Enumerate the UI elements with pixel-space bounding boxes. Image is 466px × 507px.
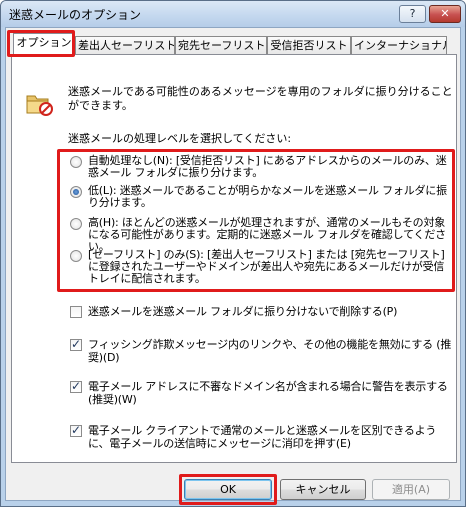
help-button[interactable]: ? bbox=[399, 5, 426, 23]
radio-low[interactable] bbox=[70, 186, 82, 198]
dialog-title: 迷惑メールのオプション bbox=[9, 8, 142, 22]
checkbox-postmark[interactable] bbox=[70, 423, 82, 437]
checkbox-delete-junk-label: 迷惑メールを迷惑メール フォルダに振り分けないで削除する(P) bbox=[88, 305, 398, 318]
level-no-automatic[interactable]: 自動処理なし(N): [受信拒否リスト] にあるアドレスからのメールのみ、迷惑メ… bbox=[70, 155, 454, 181]
title-bar[interactable]: 迷惑メールのオプション ? ✕ bbox=[1, 1, 465, 27]
checkbox-warn-suspicious-domain[interactable] bbox=[70, 379, 82, 393]
tab-strip: オプション 差出人セーフリスト 宛先セーフリスト 受信拒否リスト インターナショ… bbox=[9, 33, 457, 56]
radio-no-automatic[interactable] bbox=[70, 156, 82, 168]
level-label: 迷惑メールの処理レベルを選択してください: bbox=[68, 132, 292, 145]
intro-text: 迷惑メールである可能性のあるメッセージを専用のフォルダに振り分けることができます… bbox=[68, 85, 453, 112]
check-delete-junk[interactable]: 迷惑メールを迷惑メール フォルダに振り分けないで削除する(P) bbox=[70, 305, 454, 321]
radio-no-automatic-label: 自動処理なし(N): [受信拒否リスト] にあるアドレスからのメールのみ、迷惑メ… bbox=[88, 154, 447, 179]
radio-low-label: 低(L): 迷惑メールであることが明らかなメールを迷惑メール フォルダに振り分け… bbox=[88, 184, 447, 209]
check-warn-suspicious-domain[interactable]: 電子メール アドレスに不審なドメイン名が含まれる場合に警告を表示する (推奨)(… bbox=[70, 379, 454, 408]
check-disable-phishing-links[interactable]: フィッシング詐欺メッセージ内のリンクや、その他の機能を無効にする (推奨)(D) bbox=[70, 337, 454, 366]
junk-mail-options-dialog: 迷惑メールのオプション ? ✕ オプション 差出人セーフリスト 宛先セーフリスト… bbox=[0, 0, 466, 507]
tab-safe-recipients[interactable]: 宛先セーフリスト bbox=[175, 36, 267, 55]
checkbox-warn-suspicious-domain-label: 電子メール アドレスに不審なドメイン名が含まれる場合に警告を表示する (推奨)(… bbox=[88, 380, 448, 406]
radio-high[interactable] bbox=[70, 218, 82, 230]
checkbox-disable-phishing-links-label: フィッシング詐欺メッセージ内のリンクや、その他の機能を無効にする (推奨)(D) bbox=[88, 338, 452, 364]
apply-button[interactable]: 適用(A) bbox=[372, 479, 450, 500]
level-high[interactable]: 高(H): ほとんどの迷惑メールが処理されますが、通常のメールもその対象になる可… bbox=[70, 217, 454, 253]
level-safe-lists-only[interactable]: [セーフリスト] のみ(S): [差出人セーフリスト] または [宛先セーフリス… bbox=[70, 249, 454, 287]
tab-options[interactable]: オプション bbox=[13, 33, 75, 56]
level-low[interactable]: 低(L): 迷惑メールであることが明らかなメールを迷惑メール フォルダに振り分け… bbox=[70, 185, 454, 211]
junk-folder-icon bbox=[26, 95, 53, 116]
checkbox-delete-junk[interactable] bbox=[70, 306, 82, 318]
tab-safe-senders[interactable]: 差出人セーフリスト bbox=[75, 36, 175, 55]
tab-international[interactable]: インターナショナル bbox=[351, 36, 447, 55]
cancel-button[interactable]: キャンセル bbox=[280, 479, 366, 500]
tab-blocked-senders[interactable]: 受信拒否リスト bbox=[267, 36, 351, 55]
checkbox-postmark-label: 電子メール クライアントで通常のメールと迷惑メールを区別できるように、電子メール… bbox=[88, 424, 437, 450]
ok-button[interactable]: OK bbox=[184, 479, 272, 500]
dialog-body: オプション 差出人セーフリスト 宛先セーフリスト 受信拒否リスト インターナショ… bbox=[5, 27, 461, 505]
radio-safe-lists-only[interactable] bbox=[70, 250, 82, 262]
radio-safe-lists-only-label: [セーフリスト] のみ(S): [差出人セーフリスト] または [宛先セーフリス… bbox=[88, 248, 445, 285]
options-tab-panel: 迷惑メールである可能性のあるメッセージを専用のフォルダに振り分けることができます… bbox=[11, 54, 457, 463]
check-postmark[interactable]: 電子メール クライアントで通常のメールと迷惑メールを区別できるように、電子メール… bbox=[70, 423, 454, 452]
checkbox-disable-phishing-links[interactable] bbox=[70, 337, 82, 351]
close-button[interactable]: ✕ bbox=[429, 5, 461, 23]
